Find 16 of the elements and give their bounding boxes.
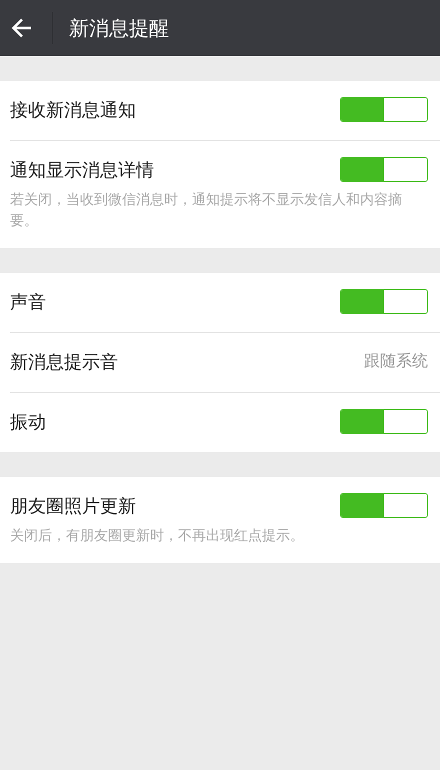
setting-note: 关闭后，有朋友圈更新时，不再出现红点提示。: [10, 527, 305, 546]
toggle-switch[interactable]: [340, 157, 428, 182]
setting-label: 接收新消息通知: [10, 98, 136, 122]
window-title: 新消息提醒: [69, 14, 169, 42]
setting-label: 新消息提示音: [10, 350, 118, 374]
setting-value[interactable]: 跟随系统: [364, 351, 428, 372]
toggle-switch[interactable]: [340, 97, 428, 122]
toggle-switch[interactable]: [340, 289, 428, 314]
setting-note: 若关闭，当收到微信消息时，通知提示将不显示发信人和内容摘要。: [10, 191, 403, 231]
setting-label: 通知显示消息详情: [10, 158, 154, 182]
setting-label: 振动: [10, 410, 46, 434]
setting-label: 声音: [10, 290, 46, 314]
toggle-switch[interactable]: [340, 493, 428, 518]
setting-label: 朋友圈照片更新: [10, 494, 136, 518]
back-icon[interactable]: [10, 16, 34, 40]
toggle-switch[interactable]: [340, 409, 428, 434]
